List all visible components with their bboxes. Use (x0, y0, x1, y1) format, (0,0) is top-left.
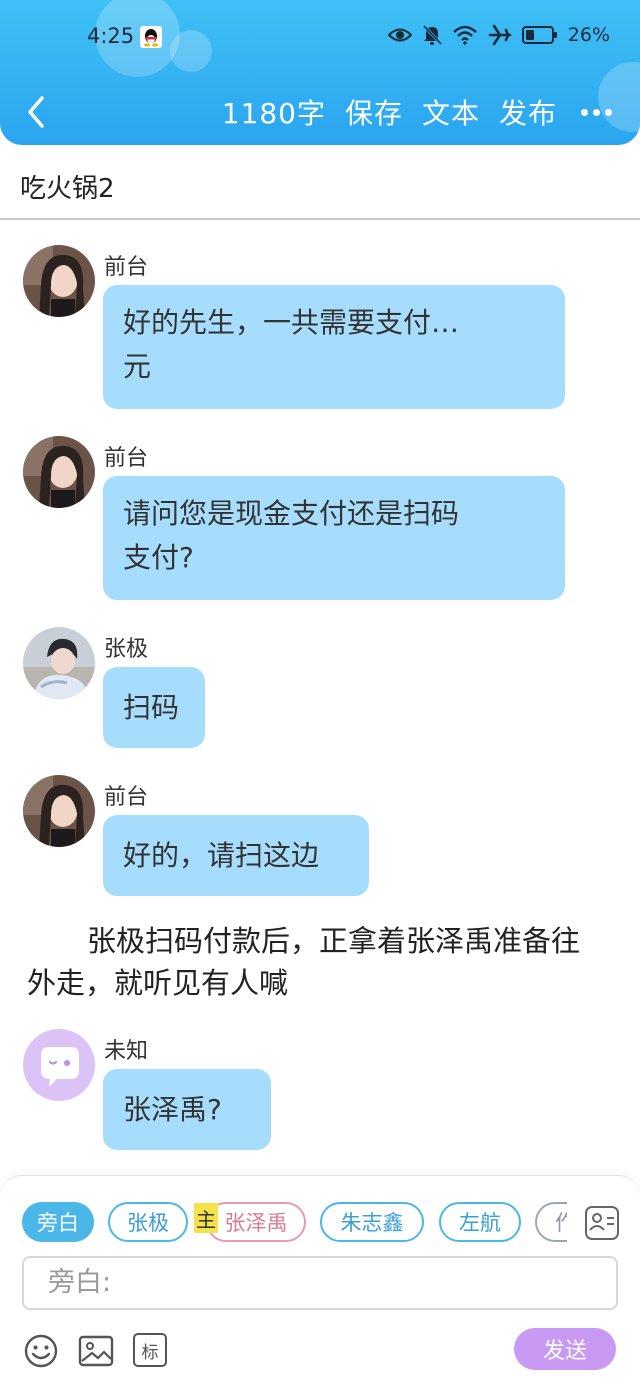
avatar-unknown[interactable] (23, 1029, 95, 1101)
avatar-girl[interactable] (23, 436, 95, 508)
avatar-girl[interactable] (23, 245, 95, 317)
back-button[interactable] (20, 92, 56, 132)
speaker-name: 前台 (104, 785, 149, 810)
message-bubble[interactable]: 扫码 (103, 667, 205, 748)
mute-bell-icon (422, 24, 442, 46)
message-text-line: 元 (123, 350, 152, 383)
message-bubble[interactable]: 好的先生，一共需要支付… 元 (103, 285, 565, 409)
chip-character[interactable]: 左航 (439, 1202, 521, 1242)
document-title-bar[interactable]: 吃火锅2 (0, 160, 640, 220)
tag-icon[interactable]: 标 (133, 1333, 167, 1367)
battery-icon (521, 26, 557, 44)
message-bubble[interactable]: 好的，请扫这边 (103, 815, 369, 896)
message-text-line: 张泽禹? (123, 1092, 222, 1126)
chip-character[interactable]: 张极 (108, 1202, 188, 1242)
decor-bubble (170, 30, 212, 72)
chip-character[interactable]: 朱志鑫 (320, 1202, 424, 1242)
airplane-icon (488, 24, 512, 46)
status-icons: 26% (387, 24, 610, 46)
publish-button[interactable]: 发布 (499, 92, 557, 132)
message-text-line: 好的，请扫这边 (123, 838, 320, 872)
speaker-name: 前台 (104, 255, 149, 280)
avatar-boy[interactable] (23, 627, 95, 699)
message-text-line: 支付? (123, 541, 194, 574)
more-dots-icon[interactable] (576, 92, 616, 132)
avatar-girl[interactable] (23, 775, 95, 847)
qq-penguin-icon (140, 26, 162, 48)
app-header: 4:25 26% 1180字 保存 文本 发布 (0, 0, 640, 145)
emoji-icon[interactable] (23, 1333, 59, 1369)
speaker-name: 前台 (104, 446, 149, 471)
save-button[interactable]: 保存 (345, 92, 403, 132)
chip-narration[interactable]: 旁白 (22, 1202, 94, 1242)
status-time: 4:25 (87, 24, 135, 48)
message-text-line: 扫码 (123, 690, 180, 724)
header-toolbar: 1180字 保存 文本 发布 (222, 92, 640, 132)
message-input[interactable]: 旁白: (22, 1256, 618, 1310)
narration-text[interactable]: 张极扫码付款后，正拿着张泽禹准备往外走，就听见有人喊 (27, 920, 607, 1004)
document-title[interactable]: 吃火锅2 (20, 168, 115, 205)
send-button[interactable]: 发送 (514, 1328, 616, 1370)
message-bubble[interactable]: 请问您是现金支付还是扫码 支付? (103, 476, 565, 600)
battery-percent: 26% (567, 24, 610, 46)
chip-character-main[interactable]: 张泽禹 (206, 1202, 306, 1242)
text-button[interactable]: 文本 (422, 92, 480, 132)
word-count: 1180字 (221, 97, 326, 130)
eye-icon (387, 28, 412, 42)
message-bubble[interactable]: 张泽禹? (103, 1069, 271, 1150)
speaker-name: 未知 (104, 1039, 149, 1064)
speaker-name: 张极 (104, 637, 149, 662)
composer-panel: 旁白 张极 张泽禹 朱志鑫 左航 作 旁白: 标 发送 (0, 1175, 640, 1387)
image-icon[interactable] (78, 1333, 114, 1369)
main-character-tag: 主 (194, 1203, 218, 1233)
message-text-line: 请问您是现金支付还是扫码 (123, 497, 460, 530)
character-chip-bar[interactable]: 旁白 张极 张泽禹 朱志鑫 左航 作 (22, 1202, 567, 1244)
chip-character[interactable]: 作 (535, 1202, 567, 1242)
message-text-line: 好的先生，一共需要支付… (123, 306, 460, 339)
wifi-icon (452, 25, 477, 45)
chevron-left-icon (28, 96, 44, 128)
contact-card-icon[interactable] (585, 1206, 619, 1240)
